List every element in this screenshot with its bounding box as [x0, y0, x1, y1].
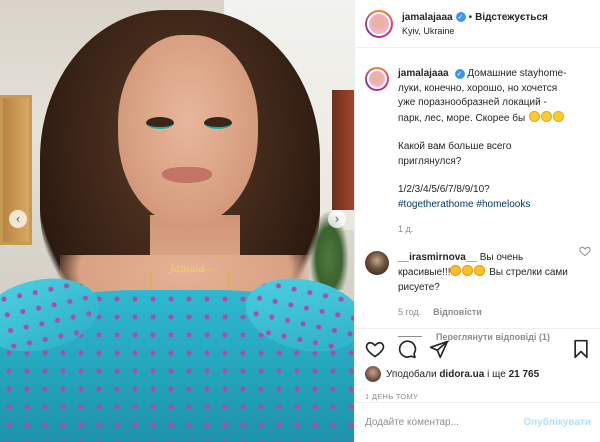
- caption-options: 1/2/3/4/5/6/7/8/9/10?: [398, 184, 490, 195]
- grinning-emoji-icon: [528, 110, 540, 122]
- author-username[interactable]: jamalajaaa: [402, 12, 453, 23]
- hashtag-link[interactable]: #togetherathome: [398, 199, 474, 210]
- photo-face: [118, 35, 258, 225]
- verified-badge-icon: ✓: [454, 69, 465, 79]
- post-caption: jamalajaaa ✓ Домашние stayhome-луки, коне…: [365, 67, 591, 237]
- heart-eyes-emoji-icon: [462, 265, 474, 276]
- share-icon[interactable]: [429, 339, 449, 359]
- reply-button[interactable]: Відповісти: [433, 305, 482, 320]
- grinning-emoji-icon: [552, 110, 564, 122]
- background-frame-right: [332, 90, 354, 210]
- heart-icon[interactable]: [365, 339, 385, 359]
- photo-name-necklace: Jamala: [170, 264, 205, 275]
- photo-lips: [162, 167, 212, 183]
- separator-dot: •: [468, 11, 473, 23]
- post-location[interactable]: Kyiv, Ukraine: [402, 26, 548, 36]
- post-side-panel: jamalajaaa ✓ • Відстежується Kyiv, Ukrai…: [354, 0, 600, 442]
- comments-area: jamalajaaa ✓ Домашние stayhome-луки, коне…: [355, 49, 600, 342]
- likes-summary: Уподобали didora.ua і ще 21 765: [365, 366, 591, 382]
- likes-middle: і ще: [487, 368, 506, 380]
- likes-count[interactable]: 21 765: [509, 369, 540, 380]
- liker-avatar[interactable]: [365, 366, 381, 382]
- comment-input[interactable]: [365, 417, 524, 428]
- comment-time: 5 год.: [398, 307, 422, 317]
- commenter-avatar[interactable]: [365, 250, 389, 275]
- comment-item: __irasmirnova__ Вы очень красивые!!! Вы …: [365, 250, 591, 320]
- heart-eyes-emoji-icon: [474, 265, 486, 276]
- chevron-left-icon[interactable]: ‹: [9, 210, 27, 228]
- post-photo[interactable]: Jamala ‹ ›: [0, 0, 354, 442]
- bookmark-icon[interactable]: [571, 339, 591, 359]
- grinning-emoji-icon: [540, 110, 552, 122]
- liker-username[interactable]: didora.ua: [439, 369, 484, 380]
- add-comment-bar: Опублікувати: [355, 402, 600, 442]
- post-header: jamalajaaa ✓ • Відстежується Kyiv, Ukrai…: [355, 0, 600, 48]
- verified-badge-icon: ✓: [455, 12, 466, 22]
- comment-icon[interactable]: [397, 339, 417, 359]
- photo-eye-left: [146, 117, 174, 129]
- chevron-right-icon[interactable]: ›: [328, 210, 346, 228]
- caption-time: 1 д.: [398, 224, 414, 234]
- likes-prefix: Уподобали: [386, 368, 437, 380]
- commenter-username[interactable]: __irasmirnova__: [398, 252, 477, 263]
- publish-button[interactable]: Опублікувати: [523, 417, 591, 428]
- post-actions: Уподобали didora.ua і ще 21 765 1 ДЕНЬ Т…: [355, 328, 600, 401]
- heart-eyes-emoji-icon: [450, 265, 462, 276]
- caption-username[interactable]: jamalajaaa: [398, 68, 449, 79]
- caption-question: Какой вам больше всего приглянулся?: [398, 141, 512, 167]
- comment-heart-icon[interactable]: [579, 245, 591, 257]
- follow-button[interactable]: Відстежується: [475, 12, 548, 23]
- photo-eye-right: [204, 117, 232, 129]
- caption-avatar[interactable]: [365, 67, 389, 91]
- author-avatar[interactable]: [365, 9, 393, 38]
- post-timestamp[interactable]: 1 ДЕНЬ ТОМУ: [365, 392, 591, 401]
- hashtag-link[interactable]: #homelooks: [476, 199, 530, 210]
